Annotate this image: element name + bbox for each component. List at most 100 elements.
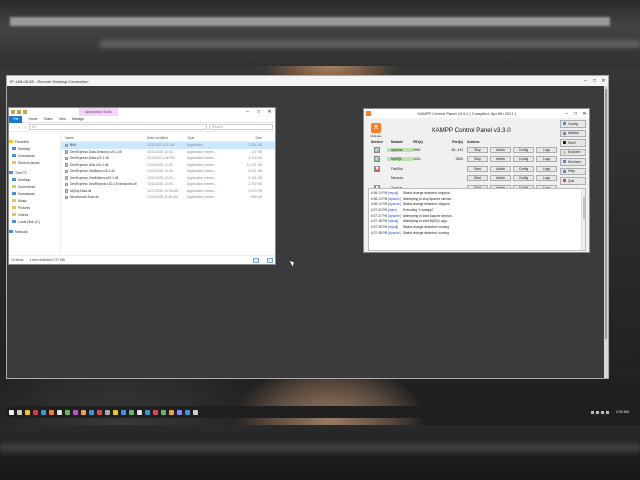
maximize-button[interactable]: □ (571, 111, 580, 117)
maximize-button[interactable]: □ (253, 109, 264, 115)
admin-button[interactable]: Admin (490, 165, 511, 172)
ribbon-tab-manage[interactable]: Manage (72, 117, 84, 121)
ribbon-tab-file[interactable]: File (9, 115, 23, 123)
ribbon-tab-view[interactable]: View (59, 117, 66, 121)
minimize-button[interactable]: – (581, 78, 590, 84)
remote-desktop-titlebar[interactable]: IP-1A5-08-85 - Remote Desktop Connection… (7, 76, 608, 86)
config-button[interactable]: Config (513, 156, 534, 163)
address-input[interactable]: « › (29, 124, 207, 130)
nav-item-music[interactable]: Music (9, 197, 60, 204)
nav-item-downloads[interactable]: Downloads (9, 190, 60, 197)
app-icon[interactable] (41, 409, 46, 415)
config-button[interactable]: Config (513, 165, 534, 172)
app-icon[interactable] (185, 409, 190, 415)
app-icon[interactable] (73, 409, 78, 415)
search-input[interactable]: Search (209, 124, 273, 130)
minimize-button[interactable]: – (242, 109, 253, 115)
nav-item-desktop[interactable]: Desktop (9, 145, 60, 152)
app-icon[interactable] (105, 409, 110, 415)
folder-icon[interactable] (17, 110, 21, 114)
taskbar-clock[interactable]: 2:09 AM (612, 410, 633, 414)
app-icon[interactable] (169, 409, 174, 415)
forward-arrow-icon[interactable]: › (17, 125, 21, 130)
log-scrollbar[interactable] (581, 189, 585, 250)
service-status-checkbox[interactable]: ✔ (374, 146, 380, 153)
close-button[interactable]: ✕ (599, 78, 608, 84)
service-status-checkbox[interactable]: ✔ (374, 156, 380, 163)
app-icon[interactable] (57, 409, 62, 415)
column-header-type[interactable]: Type (187, 136, 228, 140)
nav-item-documents[interactable]: Documents (9, 183, 60, 190)
nav-item-this-pc[interactable]: This PC (9, 169, 60, 176)
start-windows-icon[interactable] (9, 409, 14, 415)
file-row[interactable]: Newtonsoft.Json.dll 10/11/2020 11:46 AM Ap… (61, 194, 275, 201)
nav-item-favorites[interactable]: Favorites (9, 138, 60, 145)
admin-button[interactable]: Admin (490, 146, 511, 153)
close-button[interactable]: ✕ (580, 111, 589, 117)
column-header-date[interactable]: Date modified (147, 136, 187, 140)
app-icon[interactable] (121, 409, 126, 415)
quick-access-toolbar[interactable] (9, 110, 79, 114)
close-button[interactable]: ✕ (264, 109, 275, 115)
config-button[interactable]: Config (513, 146, 534, 153)
explorer-button[interactable]: Explorer (560, 148, 586, 156)
nav-item-desktop[interactable]: Desktop (9, 176, 60, 183)
logs-button[interactable]: Logs (536, 146, 557, 153)
details-view-icon[interactable] (253, 257, 259, 263)
column-header-size[interactable]: Size (228, 136, 268, 140)
app-icon[interactable] (177, 409, 182, 415)
nav-item-downloads[interactable]: Downloads (9, 152, 60, 159)
shell-button[interactable]: Shell (560, 139, 586, 147)
admin-button[interactable]: Admin (490, 156, 511, 163)
folder-icon[interactable] (23, 110, 27, 114)
app-icon[interactable] (33, 409, 38, 415)
app-icon[interactable] (65, 409, 70, 415)
large-icons-view-icon[interactable] (267, 257, 273, 263)
app-icon[interactable] (193, 409, 198, 415)
netstat-button[interactable]: Netstat (560, 129, 586, 137)
xampp-log-panel[interactable]: 6:36:13 PM [mysql] Status change detected:… (368, 188, 586, 251)
tray-icon[interactable] (595, 410, 599, 414)
xampp-titlebar[interactable]: XAMPP Control Panel v3.3.0 [ Compiled: A… (364, 109, 589, 118)
column-header-name[interactable]: Name (61, 136, 147, 140)
logs-button[interactable]: Logs (536, 165, 557, 172)
start-stop-button[interactable]: Stop (467, 156, 488, 163)
search-icon[interactable] (17, 409, 22, 415)
admin-button[interactable]: Admin (490, 175, 511, 182)
services-button[interactable]: Services (560, 158, 586, 166)
logs-button[interactable]: Logs (536, 156, 557, 163)
application-tools-tab[interactable]: Application Tools (79, 108, 118, 116)
nav-item-recent-places[interactable]: Recent places (9, 159, 60, 166)
app-icon[interactable] (97, 409, 102, 415)
tray-icon[interactable] (590, 410, 594, 414)
help-button[interactable]: Help (560, 167, 586, 175)
maximize-button[interactable]: □ (590, 78, 599, 84)
logs-button[interactable]: Logs (536, 175, 557, 182)
nav-item-local-disk[interactable]: Local Disk (C:) (9, 218, 60, 225)
up-arrow-icon[interactable]: ↑ (23, 125, 27, 130)
start-stop-button[interactable]: Stop (467, 146, 488, 153)
app-icon[interactable] (161, 409, 166, 415)
quit-button[interactable]: Quit (560, 177, 586, 185)
config-button[interactable]: Config (513, 175, 534, 182)
app-icon[interactable] (129, 409, 134, 415)
ribbon-tab-home[interactable]: Home (28, 117, 37, 121)
ribbon-tab-share[interactable]: Share (44, 117, 53, 121)
service-status-checkbox[interactable]: ✖ (374, 165, 380, 172)
volume-icon[interactable] (600, 410, 604, 414)
app-icon[interactable] (145, 409, 150, 415)
system-tray[interactable] (590, 410, 609, 414)
nav-item-network[interactable]: Network (9, 228, 60, 235)
app-icon[interactable] (137, 409, 142, 415)
config-button[interactable]: Config (560, 120, 586, 128)
file-explorer-icon[interactable] (25, 409, 30, 415)
app-icon[interactable] (89, 409, 94, 415)
minimize-button[interactable]: – (562, 111, 571, 117)
xampp-taskbar-icon[interactable] (49, 409, 54, 415)
folder-icon[interactable] (11, 110, 15, 114)
start-stop-button[interactable]: Start (467, 165, 488, 172)
back-arrow-icon[interactable]: ‹ (11, 125, 15, 130)
nav-item-videos[interactable]: Videos (9, 211, 60, 218)
network-icon[interactable] (605, 410, 609, 414)
app-icon[interactable] (113, 409, 118, 415)
